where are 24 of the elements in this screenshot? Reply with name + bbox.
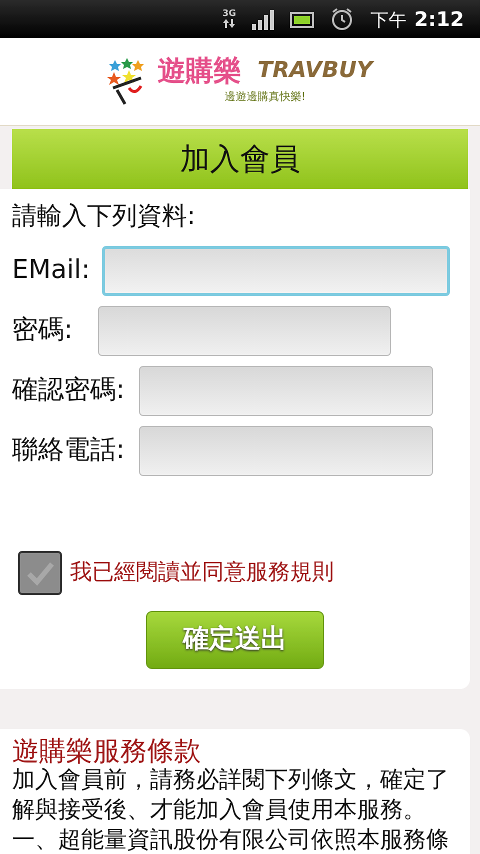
terms-text: 一、超能量資訊股份有限公司依照本服務條 [12,826,450,854]
clock-time: 2:12 [414,6,464,33]
page-title: 加入會員 [180,140,300,178]
field-label: 密碼: [12,314,73,347]
field-label: 確認密碼: [12,374,125,407]
check-icon [25,560,55,586]
time-period: 下午 [370,9,406,33]
input-field[interactable] [98,306,391,356]
terms-title: 遊購樂服務條款 [12,736,202,766]
input-field[interactable] [102,246,450,296]
alarm-clock-icon [330,6,354,32]
signal-icon [252,7,274,31]
checkbox[interactable] [18,550,62,594]
agree-label: 我已經閱讀並同意服務規則 [70,559,334,587]
slogan: 邊遊邊購真快樂! [224,89,306,106]
field-label: 聯絡電話: [12,434,125,467]
submit-button[interactable]: 確定送出 [146,610,324,668]
instruction-text: 請輸入下列資料: [12,200,196,232]
brand-name: 遊購樂 [157,57,242,86]
field-label: EMail: [12,254,90,287]
input-field[interactable] [138,426,433,476]
brand-name: TRAVBUY [257,60,373,82]
terms-text: 加入會員前，請務必詳閱下列條文，確定了解與接受後、才能加入會員使用本服務。 [12,766,450,826]
input-field[interactable] [138,366,433,416]
